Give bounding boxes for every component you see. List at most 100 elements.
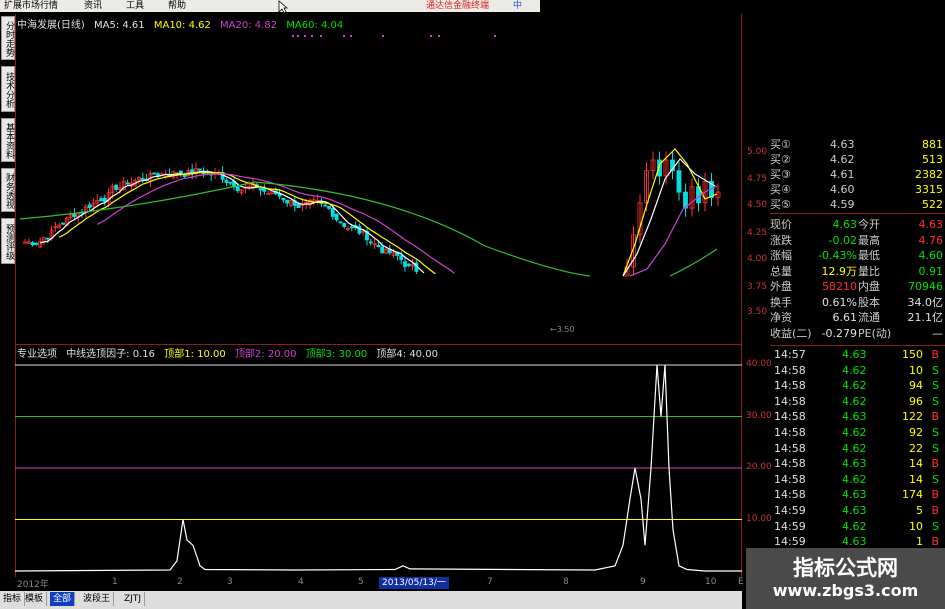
tick-volume: 10 [909,519,923,533]
side-tab-timeshare[interactable]: 分时走势 [1,16,15,60]
bid-volume: 2382 [915,168,943,181]
candle-body [406,263,411,266]
tick-volume: 94 [909,379,923,393]
tick-side: S [932,363,939,377]
candle-body [61,222,65,225]
tick-volume: 22 [909,441,923,455]
tab-all[interactable]: 全部 [50,592,76,606]
stat-value: 6.61 [832,311,858,324]
candle-body [338,221,343,224]
bid-row[interactable]: 买② 4.62 513 [770,152,945,167]
menu-item-news[interactable]: 资讯 [84,0,102,12]
stat-label: 总量 [770,264,792,278]
tick-side: B [931,504,939,517]
tick-divider [770,345,945,346]
bid-row[interactable]: 买④ 4.60 3315 [770,182,945,197]
stat-label: 外盘 [770,280,792,293]
ma60-line [19,181,591,277]
tick-time: 14:58 [774,394,806,408]
candlestick-chart: ←3.50 [19,35,721,334]
tick-time: 14:58 [774,379,806,393]
ma10-line-right [622,148,718,277]
candle-body [342,222,347,227]
candle-body [34,242,39,245]
tick-time: 14:58 [774,457,806,471]
side-tab-fundamentals[interactable]: 基本资料 [1,118,15,162]
candle-body [285,199,290,204]
mouse-cursor-icon [278,0,288,14]
stat-value: 34.0亿 [907,295,944,309]
price-tick-label: 3.50 [747,307,768,317]
bottom-tab-bar: 指标 模板 全部 波段王 ZJTJ [0,591,742,609]
tick-side: B [931,488,939,502]
stat-label: 涨跌 [770,233,792,247]
side-tab-technical[interactable]: 技术分析 [1,66,15,112]
tick-volume: 14 [909,472,923,486]
bid-price: 4.63 [830,138,855,151]
stat-value: 12.9万 [821,264,858,278]
watermark-url: www.zbgs3.com [772,581,919,600]
stat-value: 4.63 [832,218,858,231]
signal-dot [430,35,432,37]
tab-band-king[interactable]: 波段王 [80,592,115,606]
tab-template[interactable]: 模板 [22,592,48,606]
tick-row: 14:59 4.62 10 S [770,519,945,534]
tab-zjtj[interactable]: ZJTJ [121,592,145,606]
signal-dot [311,35,313,37]
bid-volume: 3315 [915,183,943,196]
tick-side: B [931,457,939,471]
candle-body [349,226,354,229]
promo-banner-tail[interactable]: 中 [513,0,522,12]
month-label: 8 [563,577,569,587]
stat-value: 70946 [908,280,943,293]
stat-label: 收益(二) [770,326,812,340]
stat-value: — [932,326,943,340]
tick-row: 14:57 4.63 150 B [770,347,945,362]
signal-dot [304,35,306,37]
candle-body [224,179,229,183]
stat-value: 4.63 [918,218,944,231]
candle-body [72,213,77,217]
ma60-line-right [669,248,718,277]
bid-row[interactable]: 买⑤ 4.59 522 [770,197,945,212]
bid-row[interactable]: 买③ 4.61 2382 [770,167,945,182]
side-tab-financials[interactable]: 财务透视 [1,168,15,212]
bid-volume: 881 [922,138,943,151]
watermark-title: 指标公式网 [793,556,898,580]
tick-row: 14:58 4.62 14 S [770,472,945,487]
promo-banner[interactable]: 通达信金融终端 [426,0,489,12]
candle-body [114,184,119,190]
indicator-chart [15,364,742,572]
stat-value: 0.91 [918,264,944,278]
bid-label: 买⑤ [770,198,791,211]
tick-price: 4.63 [842,504,867,517]
bid-label: 买② [770,153,791,166]
tick-side: S [932,519,939,533]
menu-item-help[interactable]: 帮助 [168,0,186,12]
stat-label: 最高 [858,233,880,247]
rally-candles [624,151,721,277]
side-tab-bar: 分时走势 技术分析 基本资料 财务透视 预测评级 [0,14,16,274]
stat-label: 量比 [858,264,880,278]
tick-time: 14:58 [774,426,806,439]
tick-time: 14:57 [774,348,806,361]
candle-body [156,173,160,177]
tick-row: 14:58 4.62 96 S [770,394,945,409]
month-label: 1 [112,577,118,587]
tick-volume: 150 [902,348,923,361]
side-tab-rating[interactable]: 预测评级 [1,218,15,264]
signal-dot [343,35,345,37]
tick-price: 4.62 [842,472,867,486]
tick-volume: 5 [916,504,923,517]
stat-value: 21.1亿 [907,311,944,324]
menu-item-extended-market[interactable]: 扩展市场行情 [4,0,58,12]
tick-volume: 1 [916,535,923,549]
candle-body [380,246,385,254]
ma20-line-right [629,185,718,277]
signal-dot [438,35,440,37]
stat-value: 4.76 [918,233,944,247]
menu-item-tools[interactable]: 工具 [126,0,144,12]
tick-row: 14:58 4.63 122 B [770,409,945,424]
bid-row[interactable]: 买① 4.63 881 [770,137,945,152]
tick-time: 14:58 [774,363,806,377]
